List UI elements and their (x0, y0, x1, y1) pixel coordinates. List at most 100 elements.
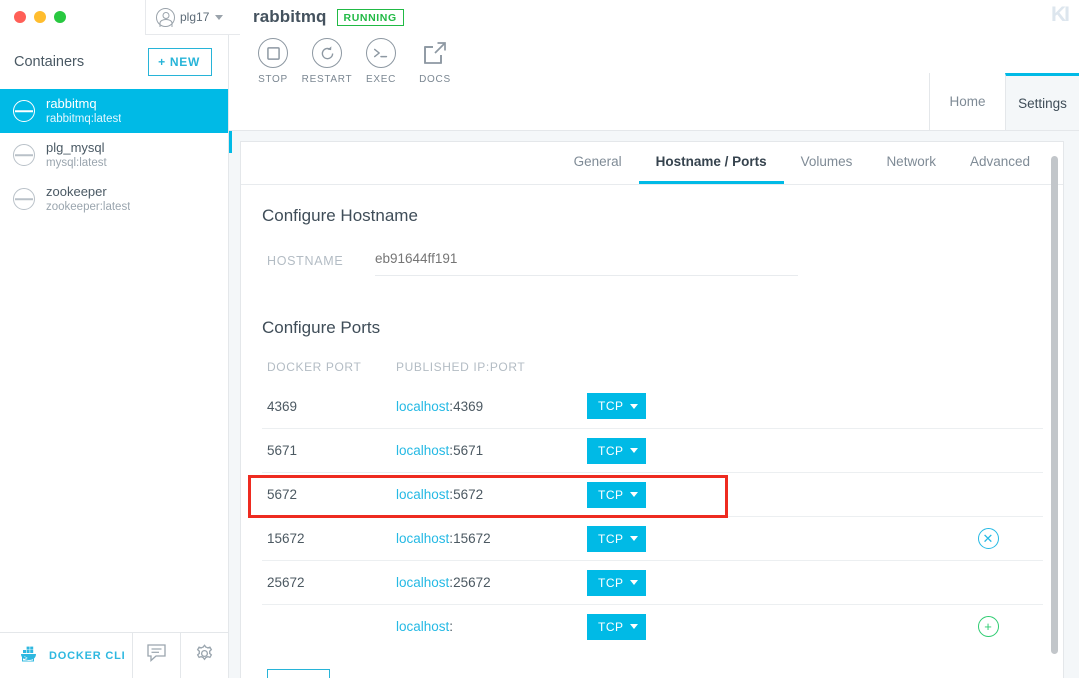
kitematic-window: plg17 rabbitmq RUNNING KI Containers + N… (0, 0, 1079, 678)
container-list: rabbitmq rabbitmq:latest plg_mysql mysql… (0, 89, 228, 632)
protocol-dropdown[interactable]: TCP (587, 525, 646, 552)
container-header: rabbitmq RUNNING KI (240, 0, 1079, 35)
accent-edge (229, 131, 232, 153)
list-item-image: zookeeper:latest (46, 200, 131, 213)
terminal-prompt-icon (366, 38, 396, 68)
docker-cli-button[interactable]: >_ DOCKER CLI (0, 633, 132, 678)
vertical-scrollbar[interactable] (1050, 156, 1059, 668)
feedback-button[interactable] (132, 633, 180, 678)
protocol-value: TCP (598, 575, 624, 590)
status-badge: RUNNING (336, 8, 404, 26)
published-address[interactable]: localhost:4369 (396, 399, 587, 414)
tab-hostname-ports[interactable]: Hostname / Ports (638, 142, 784, 184)
docs-button[interactable]: DOCS (408, 38, 462, 85)
list-item-name: zookeeper (46, 184, 107, 200)
stop-square-icon (258, 38, 288, 68)
docker-port-value: 5672 (267, 487, 298, 502)
hostname-field-row: HOSTNAME (262, 251, 1043, 276)
chevron-down-icon (629, 492, 638, 497)
sidebar-item-plg-mysql[interactable]: plg_mysql mysql:latest (0, 133, 228, 177)
tab-home[interactable]: Home (929, 73, 1005, 130)
chevron-down-icon (629, 624, 638, 629)
protocol-value: TCP (598, 619, 624, 634)
published-address[interactable]: localhost:25672 (396, 575, 587, 590)
svg-text:>_: >_ (24, 655, 32, 662)
protocol-value: TCP (598, 399, 624, 413)
tab-advanced[interactable]: Advanced (953, 142, 1047, 184)
settings-tab-bar: General Hostname / Ports Volumes Network… (241, 142, 1063, 185)
protocol-dropdown[interactable]: TCP (587, 481, 646, 508)
docker-whale-icon: >_ (20, 645, 41, 667)
chevron-down-icon (629, 580, 638, 585)
chevron-down-icon (629, 448, 638, 453)
published-port-value: 5672 (453, 487, 484, 502)
protocol-dropdown[interactable]: TCP (587, 613, 646, 640)
window-title-bar: plg17 rabbitmq RUNNING KI (0, 0, 1079, 35)
settings-body: General Hostname / Ports Volumes Network… (229, 131, 1079, 678)
protocol-dropdown[interactable]: TCP (587, 437, 646, 464)
kitematic-logo: KI (1051, 3, 1070, 26)
chevron-down-icon (215, 14, 224, 20)
published-address[interactable]: localhost:5671 (396, 443, 587, 458)
app-settings-button[interactable] (180, 633, 228, 678)
sidebar-header: Containers + NEW (0, 35, 228, 89)
sidebar-title: Containers (14, 54, 85, 70)
table-row: 4369 localhost:4369 TCP (262, 384, 1043, 428)
list-item-image: rabbitmq:latest (46, 112, 122, 125)
username-label: plg17 (180, 10, 210, 24)
list-item-image: mysql:latest (46, 156, 107, 169)
restart-arrow-icon (312, 38, 342, 68)
protocol-value: TCP (598, 443, 624, 458)
user-menu[interactable]: plg17 (145, 0, 240, 35)
chevron-down-icon (629, 403, 638, 409)
settings-scroll-region: Configure Hostname HOSTNAME Configure Po… (241, 185, 1063, 678)
configure-ports-heading: Configure Ports (262, 318, 381, 337)
action-label: RESTART (301, 74, 353, 85)
docker-port-value: 4369 (267, 398, 298, 414)
tab-network[interactable]: Network (869, 142, 953, 184)
docker-port-value: 5671 (267, 443, 298, 458)
host-label: localhost (396, 531, 450, 546)
sidebar-item-zookeeper[interactable]: zookeeper zookeeper:latest (0, 177, 228, 221)
action-label: STOP (258, 74, 288, 85)
save-button[interactable]: SAVE (267, 669, 330, 678)
sidebar-footer: >_ DOCKER CLI (0, 632, 228, 678)
restart-button[interactable]: RESTART (300, 38, 354, 85)
add-circle-icon[interactable]: + (977, 616, 999, 637)
sidebar: Containers + NEW rabbitmq rabbitmq:lates… (0, 35, 229, 678)
protocol-value: TCP (598, 487, 624, 502)
scrollbar-thumb[interactable] (1051, 156, 1058, 654)
stop-button[interactable]: STOP (246, 38, 300, 85)
remove-circle-icon[interactable]: ✕ (977, 528, 999, 549)
new-container-button[interactable]: + NEW (148, 48, 212, 76)
tab-settings[interactable]: Settings (1005, 73, 1079, 130)
exec-button[interactable]: EXEC (354, 38, 408, 85)
external-link-icon (422, 38, 448, 68)
action-label: DOCS (419, 74, 451, 85)
column-header-published: PUBLISHED IP:PORT (396, 360, 526, 374)
sidebar-item-rabbitmq[interactable]: rabbitmq rabbitmq:latest (0, 89, 228, 133)
hostname-input[interactable] (375, 251, 798, 276)
tab-general[interactable]: General (557, 142, 639, 184)
settings-panel: General Hostname / Ports Volumes Network… (240, 141, 1064, 678)
published-address[interactable]: localhost: (396, 619, 587, 634)
minimize-window-button[interactable] (34, 11, 46, 23)
published-address[interactable]: localhost:5672 (396, 487, 587, 502)
protocol-dropdown[interactable]: TCP (587, 393, 646, 419)
close-window-button[interactable] (14, 11, 26, 23)
docker-cli-label: DOCKER CLI (49, 649, 126, 662)
column-header-docker-port: DOCKER PORT (267, 360, 362, 374)
container-icon (13, 144, 35, 166)
list-item-name: plg_mysql (46, 140, 105, 156)
tab-volumes[interactable]: Volumes (784, 142, 870, 184)
user-avatar-icon (156, 7, 175, 27)
table-row: 5671 localhost:5671 TCP (262, 428, 1043, 472)
maximize-window-button[interactable] (54, 11, 66, 23)
action-label: EXEC (365, 74, 397, 85)
published-address[interactable]: localhost:15672 (396, 531, 587, 546)
container-icon (13, 188, 35, 210)
protocol-dropdown[interactable]: TCP (587, 569, 646, 596)
container-action-bar: STOP RESTART EXEC DOCS Home Settings (229, 35, 1079, 131)
speech-bubble-icon (146, 644, 167, 667)
host-label: localhost (396, 575, 450, 590)
